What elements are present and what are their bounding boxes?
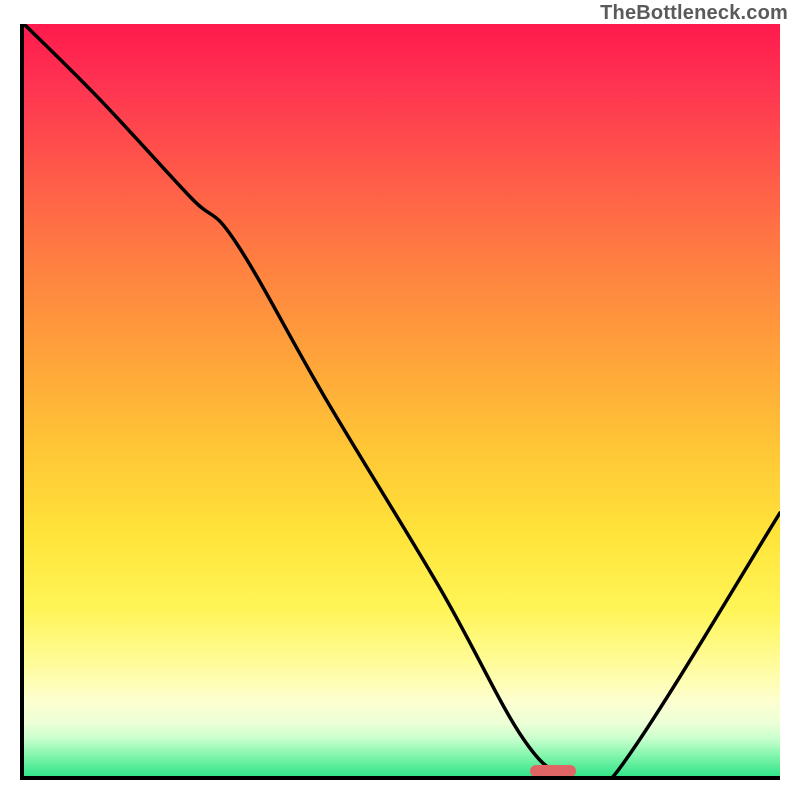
- chart-plot-area: [20, 24, 780, 780]
- optimal-marker: [530, 765, 576, 777]
- watermark-text: TheBottleneck.com: [600, 2, 788, 25]
- curve-svg: [24, 24, 780, 776]
- bottleneck-curve: [24, 24, 780, 776]
